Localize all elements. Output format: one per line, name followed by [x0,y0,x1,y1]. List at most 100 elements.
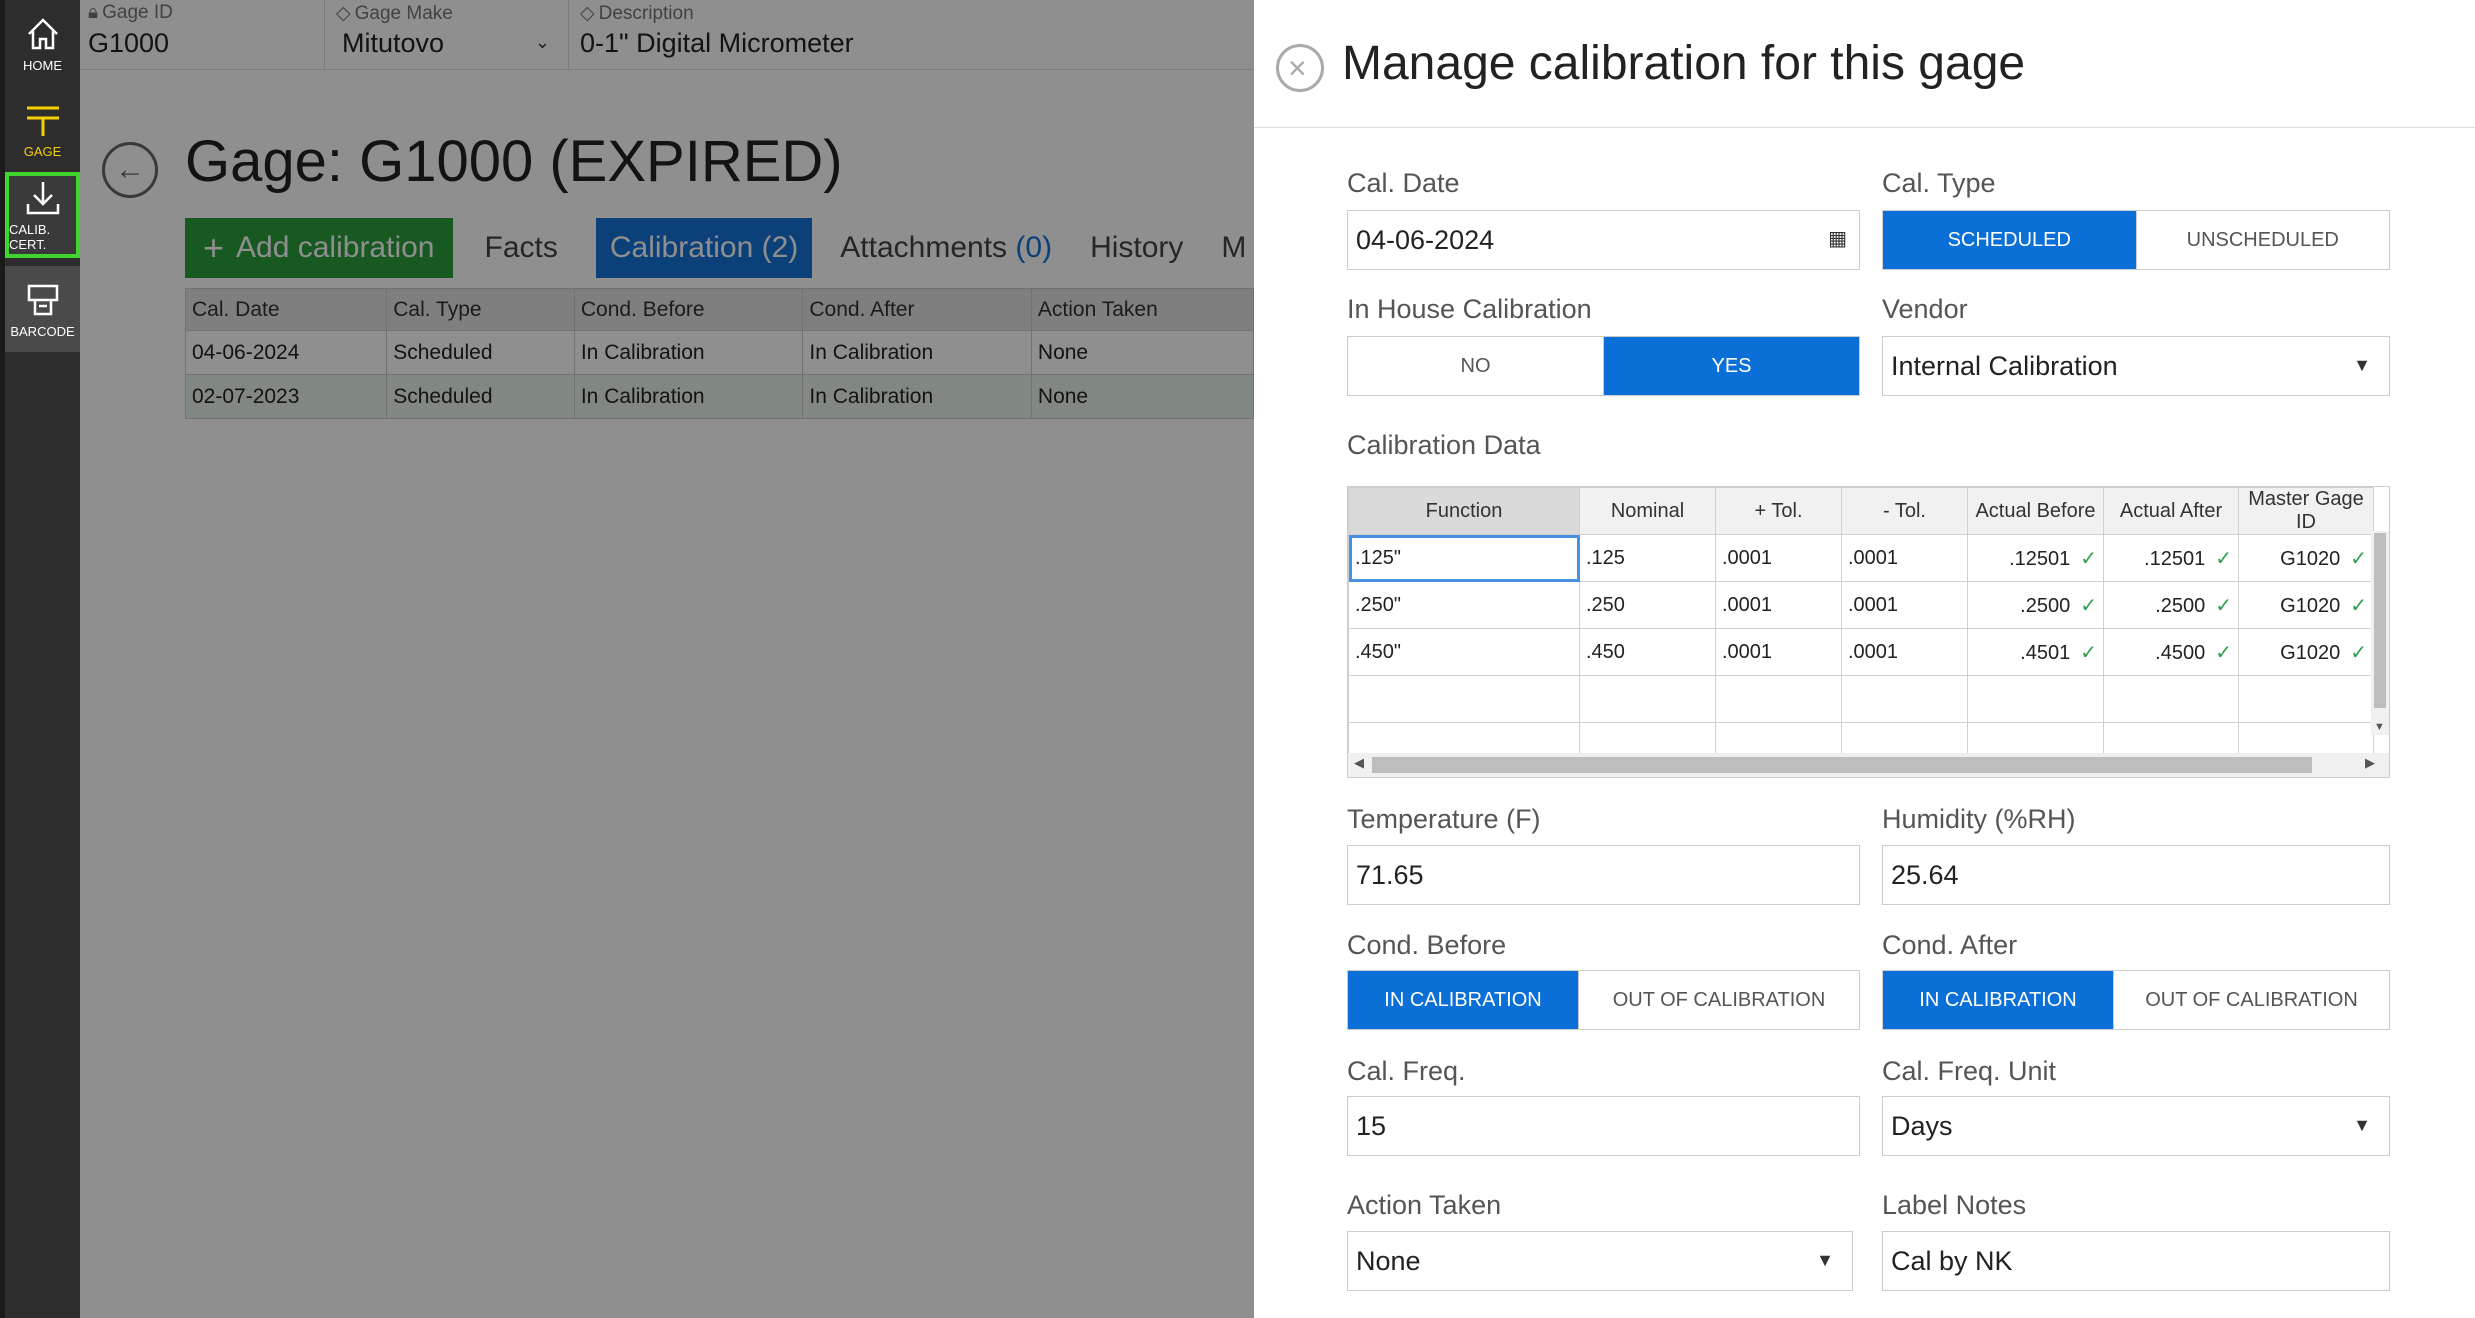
grid-cell-actual-after[interactable]: .4500 ✓ [2103,628,2239,676]
rail-gage[interactable]: GAGE [5,86,80,172]
gage-icon [26,106,59,136]
vendor-label: Vendor [1882,294,1968,324]
check-icon: ✓ [2215,594,2232,617]
in-house-no[interactable]: NO [1348,337,1603,395]
grid-cell-actual-after[interactable]: .2500 ✓ [2103,581,2239,629]
grid-cell-master-gage[interactable]: G1020 ✓ [2238,581,2374,629]
grid-cell-actual-after[interactable]: .12501 ✓ [2103,534,2239,582]
barcode-printer-icon [27,284,58,315]
grid-cell[interactable]: .125 [1579,534,1716,582]
rail-barcode[interactable]: BARCODE [5,266,80,352]
grid-column-header[interactable]: Function [1348,487,1580,535]
humidity-value: 25.64 [1891,859,1959,890]
grid-column-header[interactable]: Actual Before [1967,487,2104,535]
cal-date-input[interactable]: 04-06-2024 ▦ [1347,210,1860,270]
grid-cell[interactable]: .125" [1348,534,1580,582]
action-taken-value: None [1356,1245,1421,1276]
grid-cell[interactable] [1348,675,1580,723]
grid-column-header[interactable]: - Tol. [1841,487,1968,535]
in-house-yes[interactable]: YES [1603,337,1859,395]
grid-cell[interactable]: .0001 [1715,534,1842,582]
check-icon: ✓ [2215,641,2232,664]
label-notes-input[interactable]: Cal by NK [1882,1231,2390,1291]
cond-after-label: Cond. After [1882,930,2018,960]
action-taken-select[interactable]: None ▼ [1347,1231,1853,1291]
caret-down-icon: ▼ [2353,355,2371,375]
cal-type-unscheduled[interactable]: UNSCHEDULED [2135,211,2389,269]
cal-type-scheduled[interactable]: SCHEDULED [1883,211,2136,269]
grid-row: .250" .250 .0001 .0001 .2500 ✓ .2500 ✓ G10… [1348,581,2374,629]
scroll-down-icon[interactable]: ▼ [2374,721,2385,733]
check-icon: ✓ [2350,594,2367,617]
grid-cell-value: .4500 [2155,641,2206,664]
vendor-select[interactable]: Internal Calibration ▼ [1882,336,2390,396]
grid-cell[interactable]: .0001 [1841,628,1968,676]
action-taken-label: Action Taken [1347,1190,1502,1220]
cond-after-in-calibration[interactable]: IN CALIBRATION [1883,971,2113,1029]
grid-cell[interactable]: .250" [1348,581,1580,629]
grid-column-header[interactable]: + Tol. [1715,487,1842,535]
cal-freq-unit-select[interactable]: Days ▼ [1882,1096,2390,1156]
panel-title: Manage calibration for this gage [1342,37,2026,90]
vertical-scrollbar[interactable]: ▼ [2371,531,2389,735]
grid-cell[interactable] [1715,675,1842,723]
cal-date-label: Cal. Date [1347,168,1460,198]
calendar-icon[interactable]: ▦ [1828,226,1847,251]
grid-cell-master-gage[interactable]: G1020 ✓ [2238,628,2374,676]
scrollbar-thumb[interactable] [2374,533,2386,708]
grid-cell[interactable] [1841,675,1968,723]
grid-cell[interactable]: .450" [1348,628,1580,676]
grid-cell-value: G1020 [2280,547,2341,570]
cond-before-toggle: IN CALIBRATION OUT OF CALIBRATION [1347,970,1860,1030]
left-rail: HOME GAGE CALIB. CERT. BARCODE [0,0,80,1318]
grid-cell-value: .4501 [2020,641,2071,664]
grid-cell[interactable]: .450 [1579,628,1716,676]
grid-cell[interactable]: .0001 [1841,581,1968,629]
grid-cell-value: G1020 [2280,641,2341,664]
close-button[interactable]: × [1276,44,1324,92]
grid-cell[interactable]: .0001 [1715,581,1842,629]
scroll-right-icon[interactable]: ▶ [2365,755,2375,771]
grid-cell-actual-before[interactable]: .4501 ✓ [1967,628,2104,676]
grid-column-header[interactable]: Nominal [1579,487,1716,535]
calibration-data-grid: Function Nominal + Tol. - Tol. Actual Be… [1347,486,2390,778]
humidity-input[interactable]: 25.64 [1882,845,2390,905]
scroll-left-icon[interactable]: ◀ [1354,755,1364,771]
grid-cell[interactable] [1579,675,1716,723]
check-icon: ✓ [2350,641,2367,664]
grid-cell[interactable] [2238,675,2374,723]
grid-cell[interactable]: .250 [1579,581,1716,629]
cond-before-in-calibration[interactable]: IN CALIBRATION [1348,971,1578,1029]
rail-gage-label: GAGE [23,143,62,159]
label-notes-label: Label Notes [1882,1190,2027,1220]
grid-column-header[interactable]: Master Gage ID [2238,487,2374,535]
horizontal-scrollbar[interactable]: ◀ ▶ [1348,753,2389,777]
grid-cell[interactable] [1967,675,2104,723]
grid-cell-actual-before[interactable]: .2500 ✓ [1967,581,2104,629]
rail-barcode-label: BARCODE [10,323,75,339]
check-icon: ✓ [2080,594,2097,617]
grid-cell-master-gage[interactable]: G1020 ✓ [2238,534,2374,582]
home-icon [27,17,58,49]
temperature-input[interactable]: 71.65 [1347,845,1860,905]
modal-overlay[interactable] [80,0,1254,1318]
scrollbar-thumb[interactable] [1372,757,2312,773]
rail-home[interactable]: HOME [5,0,80,86]
grid-row-empty [1348,675,2374,723]
rail-calib-cert[interactable]: CALIB. CERT. [5,172,80,258]
grid-header-row: Function Nominal + Tol. - Tol. Actual Be… [1348,487,2374,535]
grid-cell[interactable]: .0001 [1841,534,1968,582]
cond-after-toggle: IN CALIBRATION OUT OF CALIBRATION [1882,970,2390,1030]
grid-column-header[interactable]: Actual After [2103,487,2239,535]
cal-date-value: 04-06-2024 [1356,224,1495,255]
grid-cell[interactable]: .0001 [1715,628,1842,676]
cond-after-out-of-calibration[interactable]: OUT OF CALIBRATION [2113,971,2389,1029]
grid-cell-actual-before[interactable]: .12501 ✓ [1967,534,2104,582]
label-notes-value: Cal by NK [1891,1245,2013,1276]
temperature-value: 71.65 [1356,859,1424,890]
cond-before-out-of-calibration[interactable]: OUT OF CALIBRATION [1578,971,1859,1029]
download-icon [26,182,59,215]
humidity-label: Humidity (%RH) [1882,804,2076,834]
grid-cell[interactable] [2103,675,2239,723]
cal-freq-input[interactable]: 15 [1347,1096,1860,1156]
